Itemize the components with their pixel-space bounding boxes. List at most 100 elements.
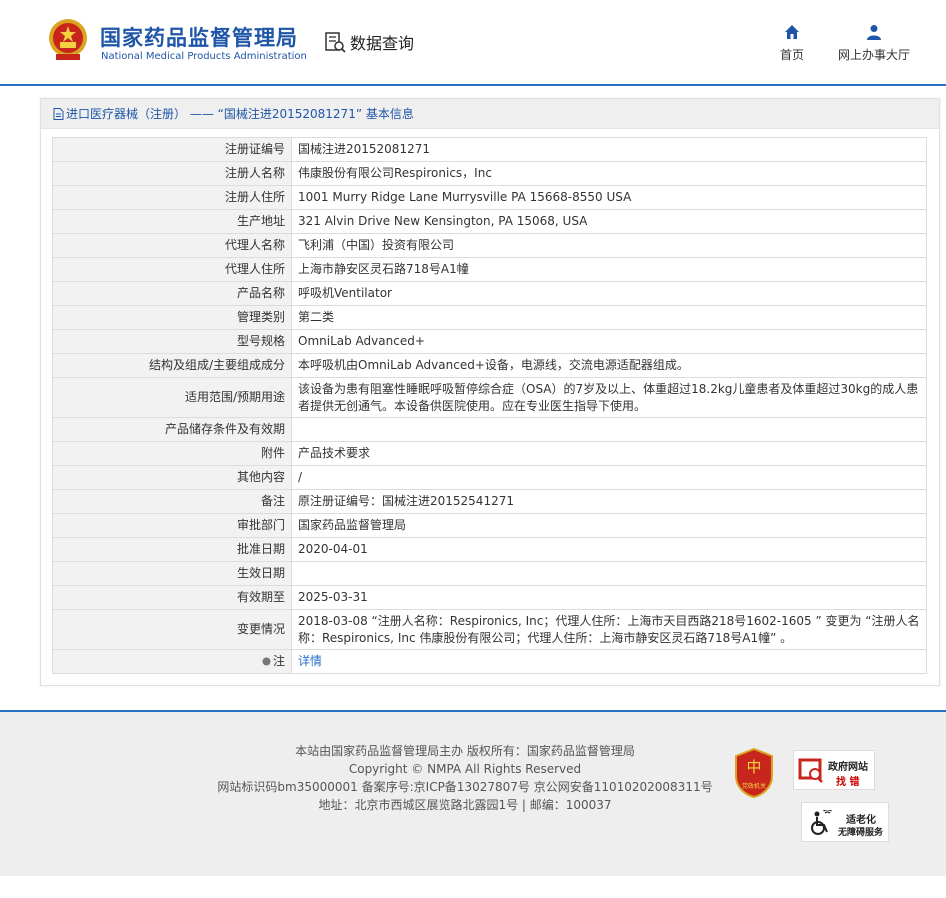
footer-registration-text: 网站标识码bm35000001 备案序号:京ICP备13027807号 京公网安… [217, 780, 713, 794]
field-value: 产品技术要求 [291, 441, 927, 466]
field-value: 原注册证编号：国械注进20152541271 [291, 489, 927, 514]
field-label: 管理类别 [52, 305, 292, 330]
note-label-cell: 注 [52, 649, 292, 674]
document-icon [53, 107, 64, 120]
bullet-icon [262, 657, 271, 666]
field-value: 1001 Murry Ridge Lane Murrysville PA 156… [291, 185, 927, 210]
footer-copyright: Copyright © NMPA All Rights Reserved [348, 762, 582, 776]
party-gov-badge-label: 党政机关 [742, 782, 766, 790]
field-label: 附件 [52, 441, 292, 466]
table-row: 结构及组成/主要组成成分 本呼吸机由OmniLab Advanced+设备，电源线… [52, 353, 927, 378]
wheelchair-icon [811, 810, 832, 835]
field-label: 注册证编号 [52, 137, 292, 162]
field-value: 上海市静安区灵石路718号A1幢 [291, 257, 927, 282]
field-label: 代理人住所 [52, 257, 292, 282]
nav-online-service-label: 网上办事大厅 [837, 48, 910, 62]
table-row: 管理类别 第二类 [52, 305, 927, 330]
field-value: 321 Alvin Drive New Kensington, PA 15068… [291, 209, 927, 234]
field-label: 审批部门 [52, 513, 292, 538]
field-value: 2018-03-08 “注册人名称：Respironics, Inc；代理人住所… [291, 609, 927, 650]
accessibility-badge-sub: 无障碍服务 [838, 828, 884, 838]
site-header: 国家药品监督管理局 National Medical Products Admi… [0, 0, 946, 86]
table-row: 注册人住所 1001 Murry Ridge Lane Murrysville P… [52, 185, 927, 210]
svg-text:中: 中 [746, 758, 761, 776]
table-row: 批准日期 2020-04-01 [52, 537, 927, 562]
table-row: 注册证编号 国械注进20152081271 [52, 137, 927, 162]
note-value-cell: 详情 [291, 649, 927, 674]
nav-home-label: 首页 [779, 48, 804, 62]
detail-panel: 进口医疗器械（注册） —— “国械注进20152081271” 基本信息 注册证… [40, 98, 940, 686]
field-value: 国械注进20152081271 [291, 137, 927, 162]
party-gov-badge[interactable]: 中 党政机关 [734, 747, 774, 799]
accessibility-badge[interactable]: 适老化 无障碍服务 [801, 802, 889, 842]
home-icon [785, 25, 799, 39]
footer-registration: 网站标识码bm35000001 备案序号:京ICP备13027807号 京公网安… [200, 778, 730, 796]
table-row: 产品储存条件及有效期 [52, 417, 927, 442]
table-row: 型号规格 OmniLab Advanced+ [52, 329, 927, 354]
site-title: 国家药品监督管理局 [100, 26, 298, 50]
field-label: 备注 [52, 489, 292, 514]
field-label: 结构及组成/主要组成成分 [52, 353, 292, 378]
site-footer: 本站由国家药品监督管理局主办 版权所有：国家药品监督管理局 Copyright … [0, 710, 946, 876]
field-label: 产品名称 [52, 281, 292, 306]
field-value: / [291, 465, 927, 490]
table-row: 适用范围/预期用途 该设备为患有阻塞性睡眠呼吸暂停综合症（OSA）的7岁及以上、体… [52, 377, 927, 418]
table-row: 代理人名称 飞利浦（中国）投资有限公司 [52, 233, 927, 258]
table-row: 有效期至 2025-03-31 [52, 585, 927, 610]
field-value: 2020-04-01 [291, 537, 927, 562]
details-link[interactable]: 详情 [298, 654, 322, 668]
accessibility-badge-title: 适老化 [846, 815, 876, 826]
field-value: 2025-03-31 [291, 585, 927, 610]
data-query-label: 数据查询 [350, 34, 415, 53]
field-value [291, 417, 927, 442]
table-row: 产品名称 呼吸机Ventilator [52, 281, 927, 306]
nav-home[interactable]: 首页 [774, 24, 810, 63]
table-row: 其他内容 / [52, 465, 927, 490]
field-label: 适用范围/预期用途 [52, 377, 292, 418]
field-label: 批准日期 [52, 537, 292, 562]
field-label: 产品储存条件及有效期 [52, 417, 292, 442]
table-row: 变更情况 2018-03-08 “注册人名称：Respironics, Inc；代… [52, 609, 927, 650]
footer-text: 本站由国家药品监督管理局主办 版权所有：国家药品监督管理局 Copyright … [200, 742, 730, 814]
table-row: 注册人名称 伟康股份有限公司Respironics，Inc [52, 161, 927, 186]
field-value: 国家药品监督管理局 [291, 513, 927, 538]
field-value: 呼吸机Ventilator [291, 281, 927, 306]
note-row: 注详情 [52, 649, 927, 674]
field-label: 有效期至 [52, 585, 292, 610]
user-icon [867, 25, 881, 40]
document-search-icon [325, 32, 346, 53]
panel-title: 进口医疗器械（注册） —— “国械注进20152081271” 基本信息 [41, 99, 939, 129]
field-value: OmniLab Advanced+ [291, 329, 927, 354]
gov-badge-title: 政府网站 [828, 762, 868, 773]
table-row: 审批部门 国家药品监督管理局 [52, 513, 927, 538]
note-label: 注 [272, 654, 285, 668]
table-row: 生效日期 [52, 561, 927, 586]
table-row: 生产地址 321 Alvin Drive New Kensington, PA 1… [52, 209, 927, 234]
field-label: 其他内容 [52, 465, 292, 490]
table-row: 备注 原注册证编号：国械注进20152541271 [52, 489, 927, 514]
gov-site-error-badge[interactable]: 政府网站 找 错 [793, 750, 875, 790]
table-row: 代理人住所 上海市静安区灵石路718号A1幢 [52, 257, 927, 282]
field-label: 注册人住所 [52, 185, 292, 210]
field-value: 该设备为患有阻塞性睡眠呼吸暂停综合症（OSA）的7岁及以上、体重超过18.2kg… [291, 377, 927, 418]
field-label: 注册人名称 [52, 161, 292, 186]
field-label: 变更情况 [52, 609, 292, 650]
gov-badge-sub: 找 错 [836, 777, 860, 788]
footer-sponsor: 本站由国家药品监督管理局主办 版权所有：国家药品监督管理局 [295, 744, 635, 758]
field-label: 生效日期 [52, 561, 292, 586]
table-row: 附件 产品技术要求 [52, 441, 927, 466]
field-value [291, 561, 927, 586]
field-value: 飞利浦（中国）投资有限公司 [291, 233, 927, 258]
panel-title-text: 进口医疗器械（注册） —— “国械注进20152081271” 基本信息 [66, 107, 414, 121]
field-value: 本呼吸机由OmniLab Advanced+设备，电源线，交流电源适配器组成。 [291, 353, 927, 378]
info-table: 注册证编号 国械注进20152081271 注册人名称 伟康股份有限公司Respiro… [52, 137, 927, 674]
field-value: 第二类 [291, 305, 927, 330]
field-value: 伟康股份有限公司Respironics，Inc [291, 161, 927, 186]
field-label: 型号规格 [52, 329, 292, 354]
error-report-icon [798, 758, 823, 783]
party-gov-badge-icon: 中 党政机关 [735, 747, 773, 799]
national-emblem-icon [49, 19, 87, 60]
data-query-link[interactable]: 数据查询 [324, 30, 414, 54]
nav-online-service[interactable]: 网上办事大厅 [834, 24, 914, 63]
footer-address: 地址：北京市西城区展览路北露园1号 | 邮编：100037 [318, 798, 612, 812]
